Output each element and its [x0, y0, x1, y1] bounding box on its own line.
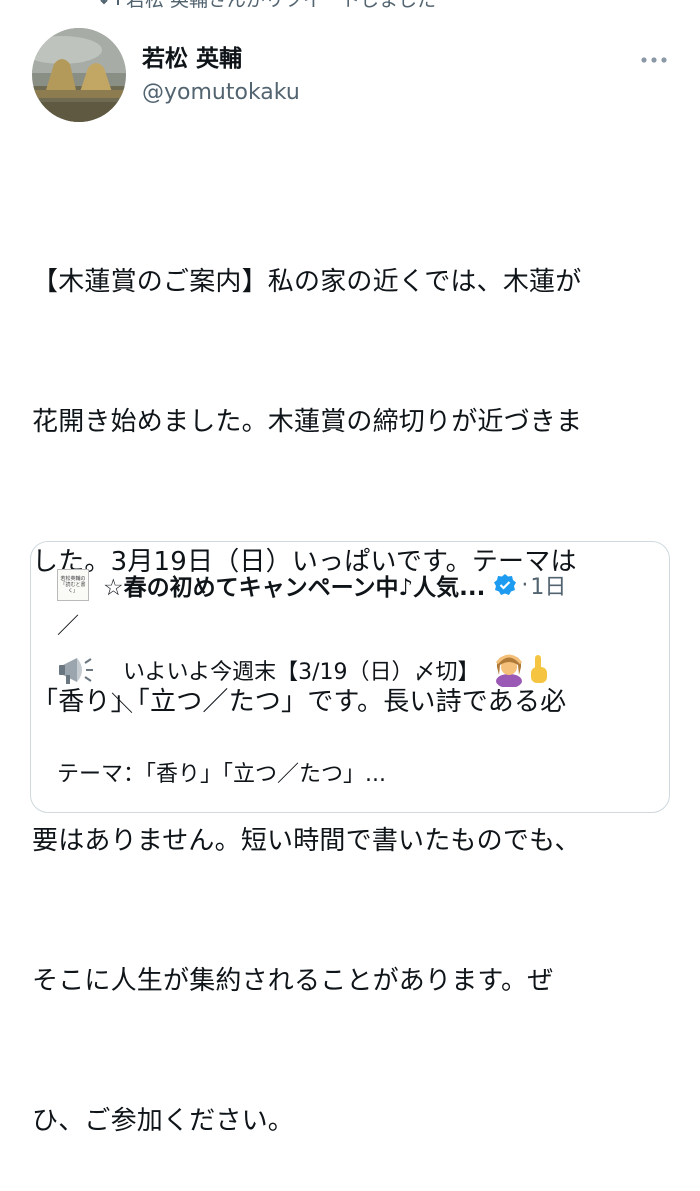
quote-announce-text: いよいよ今週末【3/19（日）〆切】	[123, 660, 480, 685]
retweet-label: 若松 英輔さんがリツイートしました	[126, 0, 437, 11]
author-display-name[interactable]: 若松 英輔	[142, 44, 300, 74]
quote-timestamp[interactable]: 1日	[530, 569, 566, 601]
tweet-line: 花開き始めました。木蓮賞の締切りが近づきま	[32, 406, 583, 437]
verified-badge-icon	[493, 573, 517, 597]
more-options-button[interactable]	[636, 50, 672, 70]
quote-theme-text: テーマ：「香り」「立つ／たつ」...	[57, 762, 386, 787]
avatar[interactable]	[32, 28, 126, 122]
quote-avatar[interactable]: 若松英輔の「読むと書く」	[57, 569, 89, 601]
retweet-context[interactable]: 若松 英輔さんがリツイートしました	[100, 0, 660, 12]
more-options-icon	[640, 56, 668, 64]
author-handle[interactable]: @yomutokaku	[142, 78, 300, 108]
tweet-line: そこに人生が集約されることがあります。ぜ	[32, 966, 554, 997]
index-pointing-up-emoji	[526, 653, 552, 687]
quote-line-slash: ／	[57, 614, 80, 639]
quote-display-name: ☆春の初めてキャンペーン中♪人気...	[103, 575, 486, 601]
tweet-line: 【木蓮賞のご案内】私の家の近くでは、木蓮が	[32, 267, 582, 298]
woman-gesturing-ok-emoji	[494, 653, 524, 688]
retweet-icon	[100, 0, 126, 12]
tweet-line: ひ、ご参加ください。	[32, 1105, 295, 1136]
megaphone-icon	[57, 653, 95, 687]
quoted-tweet-card[interactable]: 若松英輔の「読むと書く」 ☆春の初めてキャンペーン中♪人気... · 1日 ／ …	[30, 541, 670, 813]
quote-line-backslash: ＼	[111, 692, 134, 717]
tweet-line: 要はありません。短い時間で書いたものでも、	[32, 826, 581, 857]
separator-dot: ·	[521, 572, 529, 598]
